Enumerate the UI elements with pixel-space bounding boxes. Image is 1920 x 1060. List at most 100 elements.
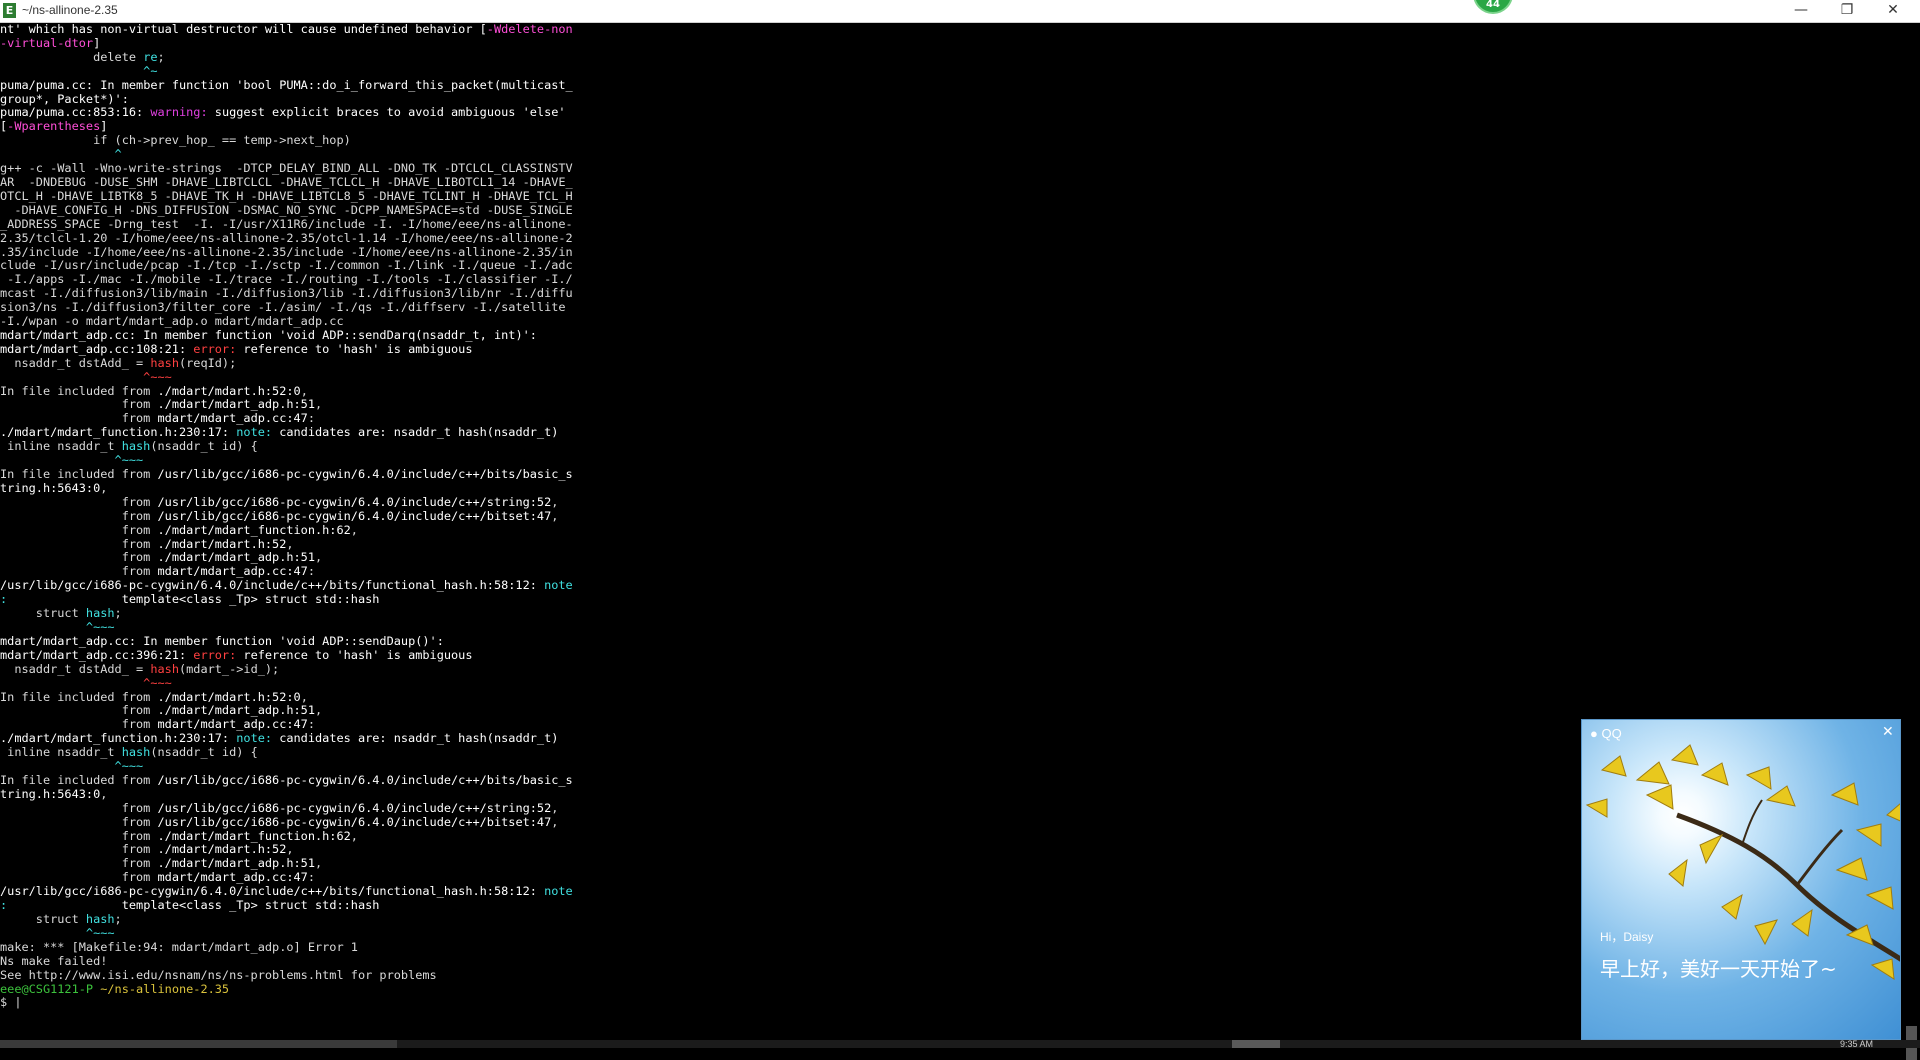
terminal-line: from ./mdart/mdart_adp.h:51, [0, 398, 1900, 412]
terminal-text: tring.h:5643:0 [0, 786, 101, 801]
terminal-line: mcast -I./diffusion3/lib/main -I./diffus… [0, 286, 1900, 301]
terminal-line: /usr/lib/gcc/i686-pc-cygwin/6.4.0/includ… [0, 578, 1900, 593]
terminal-text: nsaddr_t dstAdd_ = [0, 661, 151, 676]
terminal-line: -DHAVE_CONFIG_H -DNS_DIFFUSION -DSMAC_NO… [0, 202, 1900, 218]
terminal-text: ^~~~ [0, 369, 172, 384]
window-title: ~/ns-allinone-2.35 [22, 3, 118, 17]
terminal-line: .35/include -I/home/eee/ns-allinone-2.35… [0, 244, 1900, 260]
terminal-text: tring.h:5643:0 [0, 480, 101, 495]
terminal-text: mdart/mdart_adp.cc:396:21: [0, 647, 194, 662]
terminal-text: : [307, 717, 316, 732]
terminal-line: from /usr/lib/gcc/i686-pc-cygwin/6.4.0/i… [0, 494, 1900, 510]
terminal-text: candidates are: nsaddr_t hash(nsaddr_t) [279, 731, 559, 746]
terminal-text: struct [0, 912, 86, 926]
terminal-text: ./mdart/mdart_adp.h:51 [157, 856, 316, 871]
terminal-text: if (ch->prev_hop_ == temp->next_hop) [0, 133, 351, 148]
terminal-text: /usr/lib/gcc/i686-pc-cygwin/6.4.0/includ… [157, 494, 552, 509]
close-button[interactable]: ✕ [1870, 0, 1916, 22]
terminal-text: hash [85, 606, 115, 621]
qq-close-button[interactable]: ✕ [1882, 724, 1894, 740]
terminal-text: template<class _Tp> struct std::hash [7, 592, 380, 607]
terminal-line: In file included from /usr/lib/gcc/i686-… [0, 467, 1900, 482]
terminal-line: -virtual-dtor] [0, 35, 1900, 51]
terminal-text: sion3/ns -I./diffusion3/filter_core -I./… [0, 300, 566, 315]
terminal-line: from mdart/mdart_adp.cc:47: [0, 564, 1900, 579]
terminal-text: from [0, 508, 158, 523]
terminal-scrollbar[interactable] [1903, 23, 1920, 1060]
terminal-text: ./mdart/mdart_adp.h:51 [157, 550, 316, 565]
taskbar-clock: 9:35 AM [1840, 1039, 1874, 1049]
terminal-text: note: [236, 731, 280, 746]
window-titlebar[interactable]: E ~/ns-allinone-2.35 44 — ❐ ✕ [0, 0, 1920, 23]
terminal-line: from mdart/mdart_adp.cc:47: [0, 411, 1900, 426]
terminal-text: ./mdart/mdart_function.h:62 [157, 522, 351, 537]
terminal-text: .35/include -I/home/eee/ns-allinone-2.35… [0, 244, 573, 259]
terminal-text: -I./apps -I./mac -I./mobile -I./trace -I… [0, 272, 573, 287]
restore-button[interactable]: ❐ [1824, 0, 1870, 22]
terminal-text: mdart/mdart_adp.cc:47 [157, 411, 308, 426]
terminal-line: ^~~~ [0, 453, 1900, 468]
terminal-text: hash [121, 745, 151, 760]
terminal-line: 2.35/tclcl-1.20 -I/home/eee/ns-allinone-… [0, 230, 1900, 246]
terminal-text: warning: [150, 105, 215, 120]
terminal-text: reference to 'hash' is ambiguous [243, 341, 473, 356]
terminal-line: nt' which has non-virtual destructor wil… [0, 22, 1900, 37]
terminal-text: /usr/lib/gcc/i686-pc-cygwin/6.4.0/includ… [157, 772, 573, 787]
terminal-line: from ./mdart/mdart_function.h:62, [0, 522, 1900, 538]
terminal-text: from [0, 842, 158, 857]
terminal-text: g++ -c -Wall -Wno-write-strings -DTCP_DE… [0, 161, 573, 176]
terminal-line: _ADDRESS_SPACE -Drng_test -I. -I/usr/X11… [0, 217, 1900, 232]
terminal-text: from [0, 870, 158, 885]
terminal-text: mdart/mdart_adp.cc:108:21: [0, 341, 194, 356]
terminal-text: from [0, 536, 158, 551]
terminal-text: eee@CSG1121-P [0, 981, 101, 996]
terminal-text: , [286, 536, 294, 551]
terminal-line: from /usr/lib/gcc/i686-pc-cygwin/6.4.0/i… [0, 508, 1900, 524]
terminal-text: from [0, 717, 158, 732]
terminal-line: mdart/mdart_adp.cc:108:21: error: refere… [0, 341, 1900, 357]
terminal-text: ./mdart/mdart_adp.h:51 [157, 397, 316, 412]
terminal-text: 2.35/tclcl-1.20 -I/home/eee/ns-allinone-… [0, 230, 573, 245]
terminal-text: ; [114, 606, 122, 621]
terminal-text: : [307, 564, 316, 579]
terminal-text: : [307, 411, 316, 426]
qq-notification-popup[interactable]: ● QQ ✕ Hi，Daisy 早上好，美好一天开始了~ [1581, 719, 1901, 1040]
taskbar-app-strip[interactable] [0, 1040, 397, 1048]
terminal-text: note [544, 578, 573, 593]
terminal-text: ./mdart/mdart_function.h:230:17: [0, 425, 237, 440]
terminal-text: suggest explicit braces to avoid ambiguo… [214, 105, 566, 120]
terminal-text: -virtual-dtor [0, 35, 94, 50]
terminal-text: hash [121, 439, 151, 454]
terminal-text: clude -I/usr/include/pcap -I./tcp -I./sc… [0, 258, 573, 273]
terminal-text: ./mdart/mdart.h:52:0 [157, 689, 301, 704]
terminal-text: ~/ns-allinone-2.35 [100, 981, 230, 996]
terminal-text: , [100, 786, 108, 801]
terminal-text: -Wparentheses [7, 119, 101, 134]
terminal-text: re [143, 49, 158, 64]
terminal-text: from [0, 522, 158, 537]
terminal-text: (nsaddr_t id) { [150, 439, 258, 454]
terminal-text: ./mdart/mdart_function.h:62 [157, 828, 351, 843]
terminal-line: ./mdart/mdart_function.h:230:17: note: c… [0, 425, 1900, 440]
terminal-text: hash [150, 661, 179, 676]
terminal-line: group*, Packet*)': [0, 92, 1900, 107]
terminal-text: mdart/mdart_adp.cc:47 [157, 870, 308, 885]
terminal-text: template<class _Tp> struct std::hash [7, 898, 380, 913]
minimize-button[interactable]: — [1778, 0, 1824, 22]
terminal-text: In file included from [0, 689, 158, 704]
terminal-text: , [350, 522, 358, 537]
ginkgo-branch-image [1585, 744, 1900, 980]
terminal-text: mdart/mdart_adp.cc:47 [157, 717, 308, 732]
taskbar-active-item[interactable] [1232, 1040, 1280, 1048]
terminal-text: mdart/mdart_adp.cc: [0, 327, 137, 342]
terminal-text: make: *** [Makefile:94: mdart/mdart_adp.… [0, 939, 358, 954]
terminal-text: -DHAVE_CONFIG_H -DNS_DIFFUSION -DSMAC_NO… [0, 202, 573, 217]
terminal-line: AR -DNDEBUG -DUSE_SHM -DHAVE_LIBTCLCL -D… [0, 175, 1900, 190]
terminal-text: /usr/lib/gcc/i686-pc-cygwin/6.4.0/includ… [157, 814, 552, 829]
terminal-line: In file included from ./mdart/mdart.h:52… [0, 689, 1900, 705]
notification-badge[interactable]: 44 [1473, 0, 1513, 14]
terminal-text: nt' which has non-virtual destructor wil… [0, 22, 487, 36]
terminal-text: (nsaddr_t id) { [150, 745, 258, 760]
terminal-text: , [315, 856, 323, 871]
terminal-text: mdart/mdart_adp.cc: [0, 633, 137, 648]
